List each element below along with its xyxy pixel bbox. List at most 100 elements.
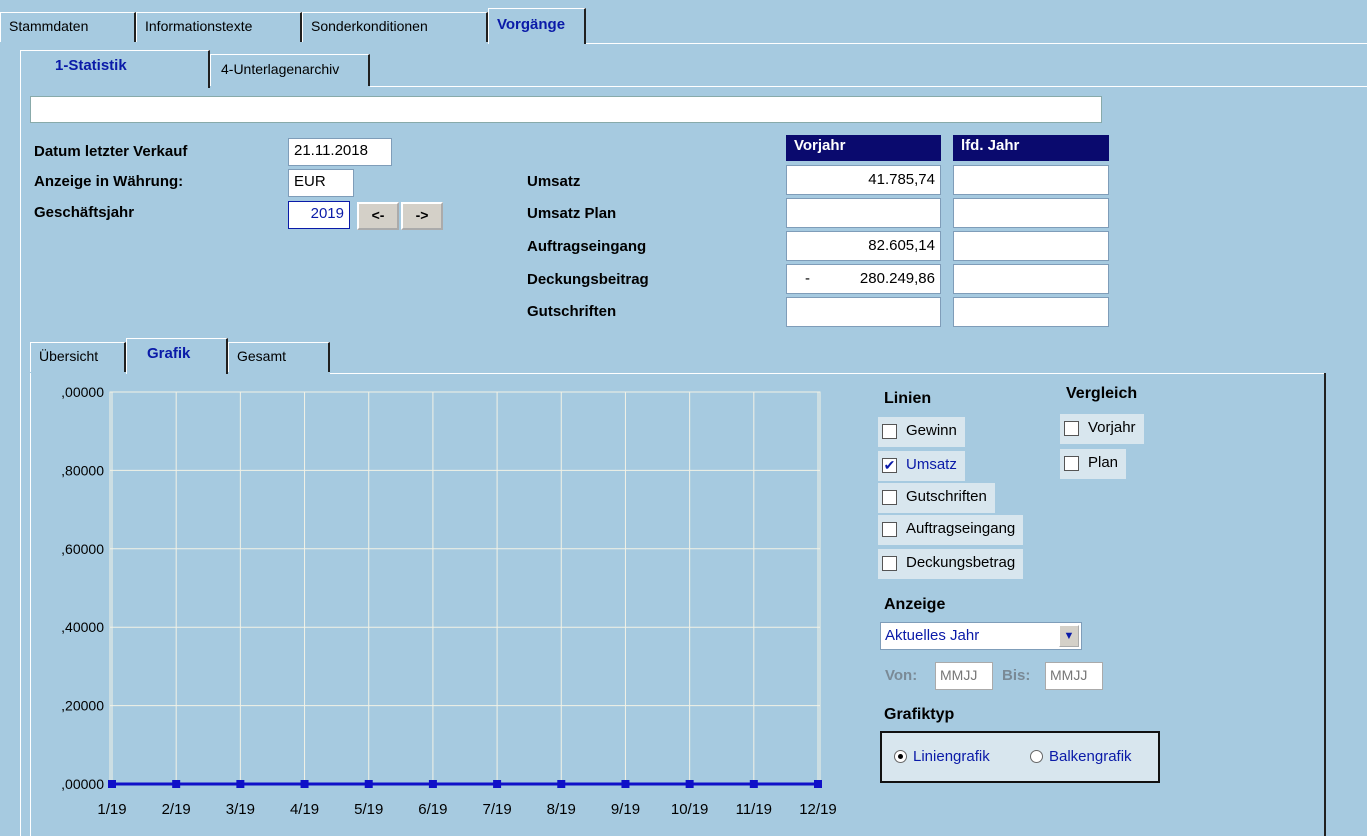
checkbox-label: Auftragseingang — [906, 520, 1016, 537]
checkbox-box — [882, 522, 897, 537]
y-tick-label: ,00000 — [61, 384, 104, 400]
radio-balkengrafik[interactable]: Balkengrafik — [1030, 748, 1132, 765]
x-tick-label: 6/19 — [418, 801, 447, 818]
tab-informationstexte[interactable]: Informationstexte — [136, 12, 302, 42]
checkbox-gewinn[interactable]: Gewinn — [878, 417, 965, 447]
data-point — [364, 780, 373, 788]
anzeige-value: Aktuelles Jahr — [885, 627, 980, 644]
waehrung-field[interactable]: EUR — [288, 169, 354, 197]
x-tick-label: 3/19 — [226, 801, 255, 818]
tab-grafik[interactable]: Grafik — [126, 338, 228, 374]
y-tick-label: ,20000 — [61, 698, 104, 714]
datum-label: Datum letzter Verkauf — [34, 143, 188, 160]
x-tick-label: 7/19 — [482, 801, 511, 818]
umsatz-plan-vorjahr[interactable] — [786, 198, 941, 228]
checkbox-label: Plan — [1088, 454, 1119, 471]
divider — [370, 86, 1367, 87]
row-label-umsatz: Umsatz — [527, 173, 581, 190]
tab-stammdaten[interactable]: Stammdaten — [0, 12, 136, 42]
checkbox-auftragseingang[interactable]: Auftragseingang — [878, 515, 1024, 545]
y-tick-label: ,00000 — [61, 776, 104, 792]
checkbox-box — [1064, 456, 1079, 471]
x-tick-label: 11/19 — [736, 801, 772, 818]
tab-label: Grafik — [147, 345, 191, 362]
data-point — [685, 780, 694, 788]
tab-sonderkonditionen[interactable]: Sonderkonditionen — [302, 12, 488, 42]
umsatz-plan-lfd[interactable] — [953, 198, 1109, 228]
gutschriften-vorjahr[interactable] — [786, 297, 941, 327]
checkbox-deckungsbetrag[interactable]: Deckungsbetrag — [878, 549, 1024, 579]
x-tick-label: 9/19 — [611, 801, 640, 818]
x-tick-label: 12/19 — [799, 801, 837, 818]
radio-unselected-icon — [1030, 750, 1043, 763]
y-tick-label: ,40000 — [61, 619, 104, 635]
checkbox-label: Vorjahr — [1088, 419, 1136, 436]
x-tick-label: 4/19 — [290, 801, 319, 818]
tab-label: Gesamt — [237, 348, 287, 364]
data-point — [749, 780, 758, 788]
deckungsbeitrag-vorjahr[interactable]: - 280.249,86 — [786, 264, 941, 294]
prev-year-button[interactable]: <- — [357, 202, 399, 230]
radio-label: Balkengrafik — [1049, 748, 1132, 765]
grafiktyp-title: Grafiktyp — [884, 706, 955, 723]
x-tick-labels: 1/19 2/19 3/19 4/19 5/19 6/19 7/19 8/19 9/19 10/1… — [97, 801, 836, 818]
x-tick-label: 5/19 — [354, 801, 383, 818]
header-lfd-jahr: lfd. Jahr — [953, 135, 1109, 161]
umsatz-vorjahr[interactable]: 41.785,74 — [786, 165, 941, 195]
checkbox-box — [1064, 421, 1079, 436]
geschaeftsjahr-field[interactable]: 2019 — [288, 201, 350, 229]
row-label-deckungsbeitrag: Deckungsbeitrag — [527, 271, 649, 288]
data-point — [300, 780, 309, 788]
auftragseingang-lfd[interactable] — [953, 231, 1109, 261]
umsatz-lfd[interactable] — [953, 165, 1109, 195]
linien-title: Linien — [884, 390, 932, 407]
checkbox-box — [882, 424, 897, 439]
tab-vorgaenge[interactable]: Vorgänge — [488, 8, 586, 44]
datum-field[interactable]: 21.11.2018 — [288, 138, 392, 166]
line-chart: ,00000 ,20000 ,40000 ,60000 ,80000 ,00000 1/1… — [61, 384, 837, 818]
checkbox-plan[interactable]: Plan — [1060, 449, 1127, 479]
checkbox-label: Deckungsbetrag — [906, 554, 1016, 571]
von-input[interactable]: MMJJ — [935, 662, 993, 690]
y-tick-labels: ,00000 ,20000 ,40000 ,60000 ,80000 ,00000 — [61, 384, 104, 792]
bis-label: Bis: — [1002, 667, 1031, 684]
auftragseingang-vorjahr[interactable]: 82.605,14 — [786, 231, 941, 261]
tab-label: Übersicht — [39, 348, 99, 364]
deckungsbeitrag-lfd[interactable] — [953, 264, 1109, 294]
tab-gesamt[interactable]: Gesamt — [228, 342, 330, 372]
radio-liniengrafik[interactable]: Liniengrafik — [894, 748, 990, 765]
data-point — [621, 780, 630, 788]
gutschriften-lfd[interactable] — [953, 297, 1109, 327]
data-point — [493, 780, 502, 788]
tab-label: Informationstexte — [145, 18, 253, 34]
bis-input[interactable]: MMJJ — [1045, 662, 1103, 690]
waehrung-label: Anzeige in Währung: — [34, 173, 184, 190]
anzeige-title: Anzeige — [884, 596, 946, 613]
checkbox-gutschriften[interactable]: Gutschriften — [878, 483, 995, 513]
tab-label: 1-Statistik — [55, 57, 127, 74]
negative-sign: - — [805, 270, 810, 287]
checkbox-label: Umsatz — [906, 456, 957, 473]
data-point — [108, 780, 116, 788]
chevron-down-icon[interactable]: ▼ — [1059, 625, 1079, 647]
tab-statistik[interactable]: 1-Statistik — [20, 50, 210, 88]
radio-label: Liniengrafik — [913, 748, 990, 765]
tab-label: Vorgänge — [497, 16, 566, 33]
tab-unterlagenarchiv[interactable]: 4-Unterlagenarchiv — [210, 54, 370, 86]
anzeige-select[interactable]: Aktuelles Jahr ▼ — [880, 622, 1082, 650]
divider — [20, 88, 21, 836]
checkbox-vorjahr[interactable]: Vorjahr — [1060, 414, 1144, 444]
von-label: Von: — [885, 667, 918, 684]
data-point — [236, 780, 245, 788]
info-bar — [30, 96, 1102, 123]
checkbox-umsatz[interactable]: ✔ Umsatz — [878, 451, 965, 481]
tab-uebersicht[interactable]: Übersicht — [30, 342, 126, 372]
geschaeftsjahr-label: Geschäftsjahr — [34, 204, 135, 221]
next-year-button[interactable]: -> — [401, 202, 443, 230]
vergleich-title: Vergleich — [1066, 385, 1138, 402]
radio-selected-icon — [894, 750, 907, 763]
tab-label: 4-Unterlagenarchiv — [221, 61, 340, 77]
checkbox-box — [882, 556, 897, 571]
divider — [1324, 373, 1326, 836]
checkbox-label: Gutschriften — [906, 488, 987, 505]
